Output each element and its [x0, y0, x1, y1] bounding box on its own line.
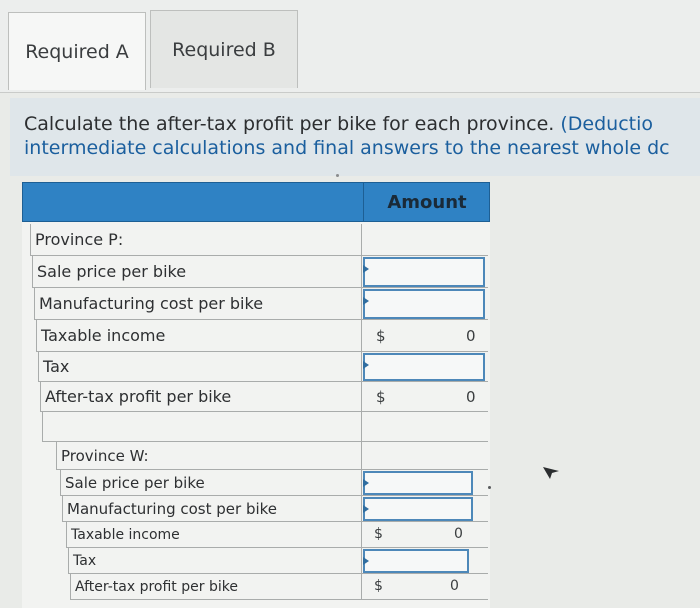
currency-symbol: $ — [376, 388, 386, 406]
table-row: Sale price per bike — [32, 256, 488, 288]
tab-required-b[interactable]: Required B — [150, 10, 298, 88]
row-label: Manufacturing cost per bike — [39, 294, 264, 313]
currency-symbol: $ — [376, 327, 386, 345]
decorative-dot — [336, 174, 339, 177]
table-row: Province P: — [30, 224, 488, 256]
decorative-dot — [488, 486, 491, 489]
table-row: After-tax profit per bike $ 0 — [70, 574, 488, 600]
sale-price-w-input[interactable] — [363, 471, 473, 495]
instructions-panel: Calculate the after-tax profit per bike … — [10, 98, 700, 176]
tab-required-a-label: Required A — [25, 40, 129, 63]
tab-bar: Required A Required B — [0, 0, 700, 93]
tax-p-input[interactable] — [363, 353, 485, 381]
table-row: Manufacturing cost per bike — [34, 288, 488, 320]
taxable-income-w-value: 0 — [454, 526, 463, 542]
table-row: Taxable income $ 0 — [36, 320, 488, 352]
table-row: Taxable income $ 0 — [66, 522, 488, 548]
row-label: After-tax profit per bike — [75, 578, 238, 595]
after-tax-profit-p-value: 0 — [466, 388, 476, 406]
table-row: After-tax profit per bike $ 0 — [40, 382, 488, 412]
amount-cell — [361, 412, 489, 441]
amount-cell — [361, 548, 489, 573]
row-label: After-tax profit per bike — [45, 387, 232, 406]
instructions-line-2: intermediate calculations and final answ… — [24, 137, 670, 159]
row-label: Manufacturing cost per bike — [67, 499, 278, 518]
row-label: Taxable income — [41, 326, 166, 345]
province-w-title: Province W: — [61, 446, 149, 465]
amount-column-header: Amount — [363, 183, 490, 221]
row-label: Tax — [43, 357, 70, 376]
amount-cell: $ 0 — [361, 574, 489, 599]
province-p-title: Province P: — [35, 230, 124, 249]
table-row: Tax — [68, 548, 488, 574]
table-row: Tax — [38, 352, 488, 382]
taxable-income-p-value: 0 — [466, 327, 476, 345]
amount-cell: $ 0 — [361, 522, 489, 547]
instructions-line-1: Calculate the after-tax profit per bike … — [24, 112, 700, 136]
currency-symbol: $ — [374, 526, 383, 542]
instructions-text: Calculate the after-tax profit per bike … — [24, 113, 561, 135]
amount-cell — [361, 288, 489, 319]
tab-required-b-label: Required B — [172, 38, 276, 61]
mouse-pointer-icon — [543, 467, 559, 479]
table-header: Amount — [22, 182, 490, 222]
currency-symbol: $ — [374, 578, 383, 594]
amount-cell — [361, 470, 489, 495]
row-label: Sale price per bike — [65, 473, 205, 492]
row-label: Sale price per bike — [37, 262, 187, 281]
amount-cell: $ 0 — [361, 320, 489, 351]
manufacturing-cost-w-input[interactable] — [363, 497, 473, 521]
tax-w-input[interactable] — [363, 549, 469, 573]
row-label: Taxable income — [71, 526, 180, 543]
amount-cell: $ 0 — [361, 382, 489, 411]
manufacturing-cost-p-input[interactable] — [363, 289, 485, 319]
amount-cell — [361, 256, 489, 287]
instructions-note: (Deductio — [560, 113, 654, 135]
amount-cell — [361, 224, 489, 255]
after-tax-profit-w-value: 0 — [450, 578, 459, 594]
row-label: Tax — [73, 552, 97, 569]
table-row: Manufacturing cost per bike — [62, 496, 488, 522]
amount-cell — [361, 496, 489, 521]
table-row: Province W: — [56, 442, 488, 470]
amount-cell — [361, 442, 489, 469]
amount-cell — [361, 352, 489, 381]
table-row: Sale price per bike — [60, 470, 488, 496]
amount-table: Amount Province P: Sale price per bike M… — [22, 182, 490, 608]
sale-price-p-input[interactable] — [363, 257, 485, 287]
table-row — [42, 412, 488, 442]
tab-required-a[interactable]: Required A — [8, 12, 146, 90]
